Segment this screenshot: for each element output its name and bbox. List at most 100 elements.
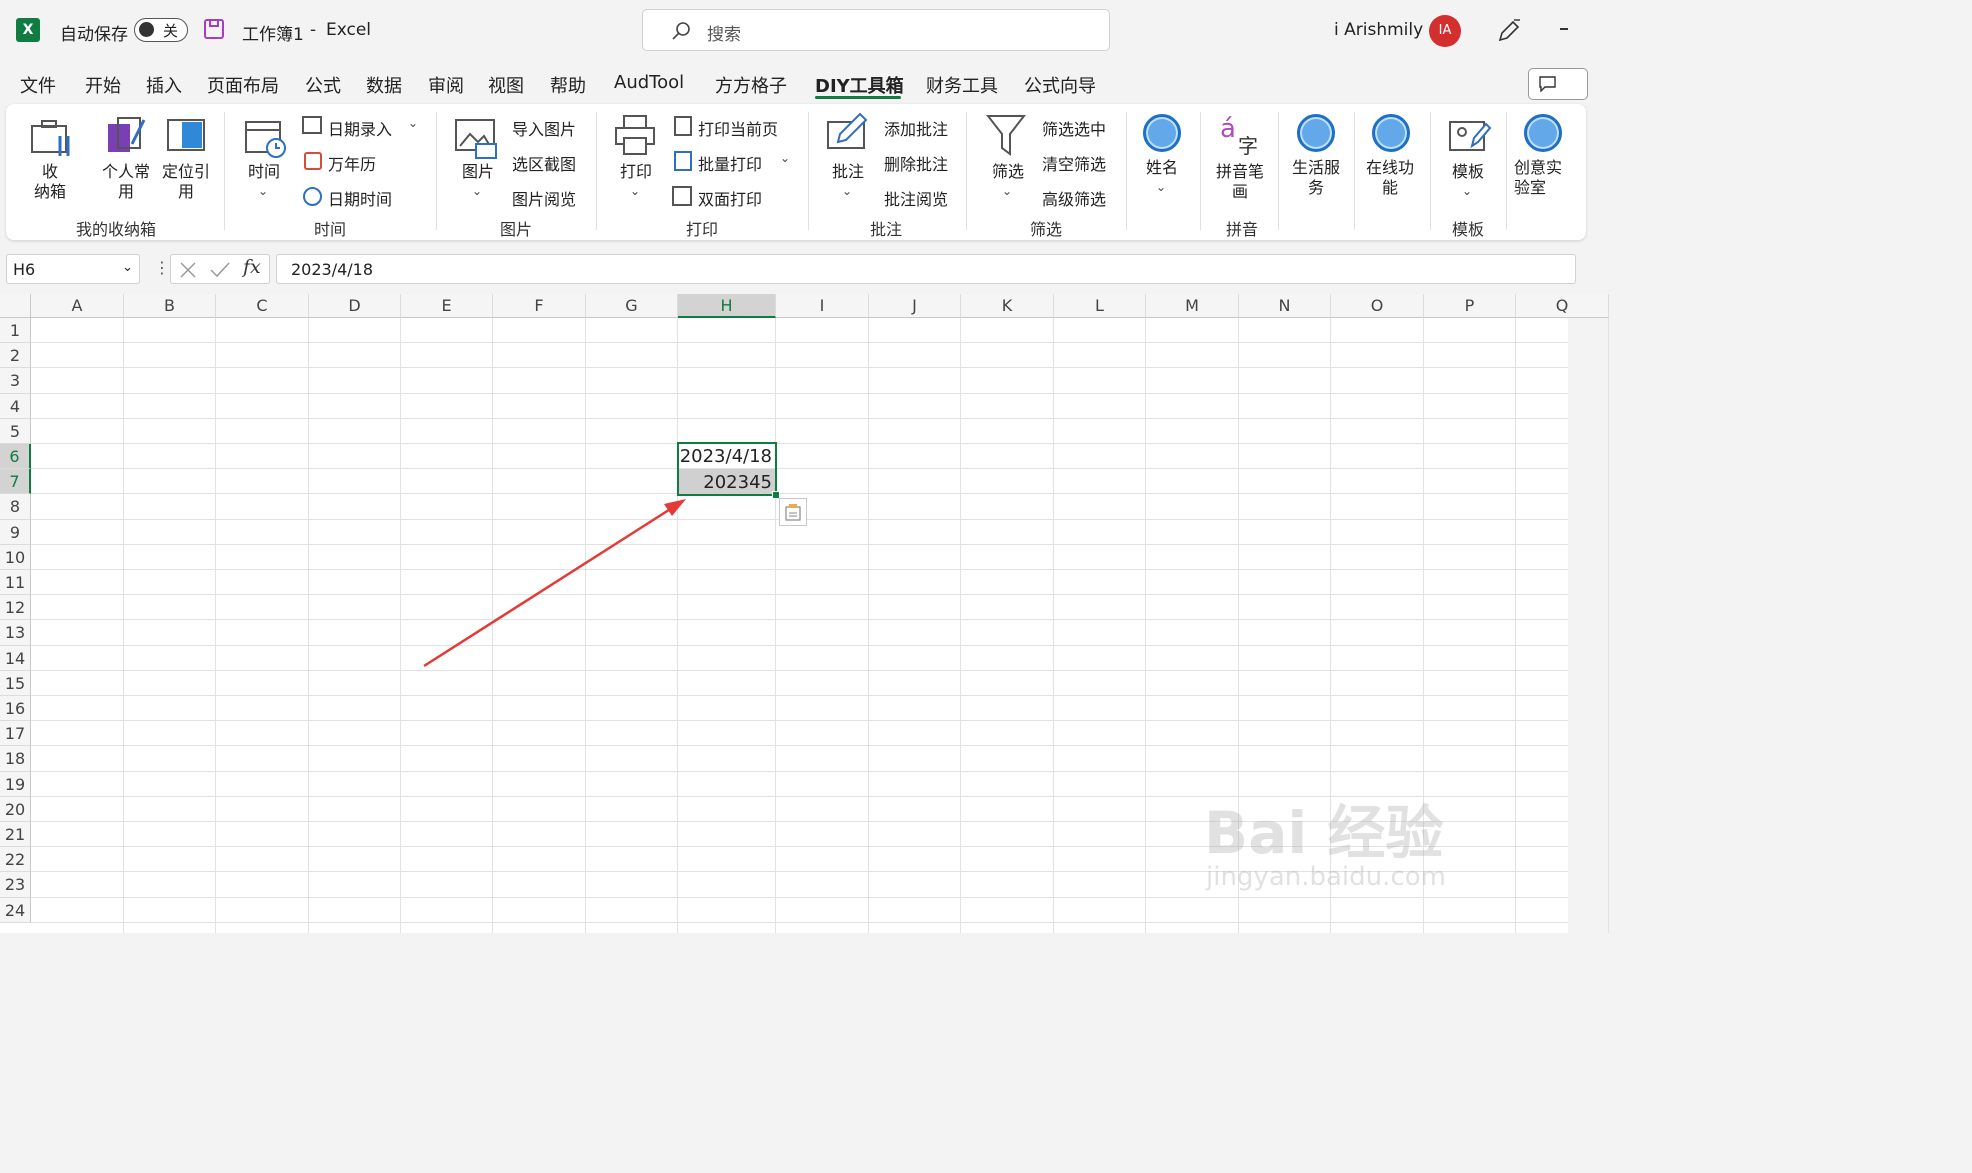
menu-tab[interactable]: 开始 — [85, 72, 121, 98]
menu-tab[interactable]: 审阅 — [428, 72, 464, 98]
group-label-filter: 筛选 — [1030, 220, 1063, 239]
date-entry-button[interactable]: 日期录入 — [328, 116, 392, 140]
personal-common-button[interactable]: 个人常 用 — [96, 162, 156, 202]
group-label-comment: 批注 — [870, 220, 903, 239]
add-comment-button[interactable]: 添加批注 — [884, 116, 948, 140]
comment-button[interactable] — [1528, 68, 1588, 100]
life-service-circle-icon — [1297, 114, 1335, 152]
advanced-filter-button[interactable]: 高级筛选 — [1042, 186, 1106, 210]
menu-tab[interactable]: 文件 — [20, 72, 56, 98]
locate-ref-icon — [167, 119, 205, 151]
name-box[interactable]: H6 ⌄ — [6, 254, 140, 284]
filter-button[interactable]: 筛选 — [982, 162, 1034, 182]
menu-tab[interactable]: 页面布局 — [207, 72, 279, 98]
baidu-watermark: Bai 经验 — [1204, 799, 1444, 867]
locate-reference-button[interactable]: 定位引 用 — [156, 162, 216, 202]
pinyin-stroke-button[interactable]: 拼音笔 画 — [1208, 162, 1272, 202]
delete-comment-button[interactable]: 删除批注 — [884, 151, 948, 175]
batch-print-button[interactable]: 批量打印 — [698, 151, 762, 175]
active-tab-underline — [815, 96, 901, 99]
baidu-watermark-url: jingyan.baidu.com — [1206, 862, 1446, 892]
name-button[interactable]: 姓名 — [1136, 158, 1188, 178]
template-button[interactable]: 模板 — [1442, 162, 1494, 182]
chevron-down-icon[interactable]: ⌄ — [780, 151, 790, 165]
toolbox-icon — [31, 120, 70, 156]
title-separator: - — [310, 20, 317, 40]
batch-print-icon — [674, 151, 692, 171]
life-service-button[interactable]: 生活服 务 — [1284, 158, 1348, 198]
group-label-print: 打印 — [686, 220, 719, 239]
printer-icon — [615, 115, 655, 155]
insert-function-icon[interactable]: fx — [243, 256, 261, 278]
region-screenshot-button[interactable]: 选区截图 — [512, 151, 576, 175]
menu-tab[interactable]: 插入 — [146, 72, 182, 98]
date-entry-icon — [302, 116, 322, 134]
more-options-icon[interactable]: ⋮ — [154, 258, 170, 277]
chevron-down-icon[interactable]: ⌄ — [472, 184, 482, 198]
excel-logo-icon: X — [16, 18, 40, 42]
menu-tab[interactable]: 视图 — [488, 72, 524, 98]
toggle-knob — [139, 22, 154, 37]
pinyin-accent-icon: á — [1220, 114, 1236, 144]
formula-input[interactable]: 2023/4/18 — [276, 254, 1576, 284]
online-function-button[interactable]: 在线功 能 — [1358, 158, 1422, 198]
formula-controls: fx — [170, 254, 270, 284]
duplex-print-icon — [672, 186, 692, 206]
print-current-page-button[interactable]: 打印当前页 — [698, 116, 778, 140]
chevron-down-icon[interactable]: ⌄ — [630, 184, 640, 198]
cancel-icon[interactable] — [179, 261, 197, 279]
picture-button[interactable]: 图片 — [452, 162, 504, 182]
minimize-icon[interactable] — [1560, 28, 1568, 30]
pen-icon[interactable] — [1496, 18, 1522, 44]
chevron-down-icon[interactable]: ⌄ — [1002, 184, 1012, 198]
chevron-down-icon[interactable]: ⌄ — [1156, 180, 1166, 194]
clear-filter-button[interactable]: 清空筛选 — [1042, 151, 1106, 175]
comment-button-big[interactable]: 批注 — [822, 162, 874, 182]
menu-tab[interactable]: 数据 — [366, 72, 402, 98]
name-box-value: H6 — [13, 260, 36, 279]
app-name: Excel — [326, 20, 372, 40]
ribbon-separator — [1354, 112, 1355, 230]
duplex-print-button[interactable]: 双面打印 — [698, 186, 762, 210]
filter-icon — [986, 115, 1026, 156]
import-picture-button[interactable]: 导入图片 — [512, 116, 576, 140]
chevron-down-icon[interactable]: ⌄ — [122, 260, 133, 275]
avatar[interactable]: IA — [1429, 15, 1461, 47]
autosave-state: 关 — [163, 22, 179, 40]
datetime-button[interactable]: 日期时间 — [328, 186, 392, 210]
autosave-toggle[interactable]: 关 — [134, 18, 188, 42]
chevron-down-icon[interactable]: ⌄ — [1462, 184, 1472, 198]
spreadsheet-grid[interactable]: ABCDEFGHIJKLMNOPQ 1 2 3 4 5 6 7 8 9 10 11 12 13 14 15 1… — [0, 294, 1609, 933]
column-gridline — [1608, 318, 1609, 933]
picture-icon — [455, 119, 497, 159]
picture-browse-button[interactable]: 图片阅览 — [512, 186, 576, 210]
chevron-down-icon[interactable]: ⌄ — [258, 184, 268, 198]
search-icon — [672, 22, 690, 40]
search-placeholder: 搜索 — [707, 25, 741, 45]
time-button[interactable]: 时间 — [238, 162, 290, 182]
menu-tab[interactable]: 帮助 — [550, 72, 586, 98]
menu-tab[interactable]: 方方格子 — [715, 72, 787, 98]
menu-tab[interactable]: AudTool — [614, 72, 684, 93]
storage-box-button[interactable]: 收 纳箱 — [22, 162, 78, 202]
browse-comment-button[interactable]: 批注阅览 — [884, 186, 948, 210]
confirm-icon[interactable] — [209, 261, 231, 279]
perpetual-calendar-icon — [304, 152, 322, 170]
creative-lab-circle-icon — [1524, 114, 1562, 152]
creative-lab-button[interactable]: 创意实 验室 — [1514, 158, 1574, 198]
menu-tab[interactable]: 公式 — [305, 72, 341, 98]
menu-tab[interactable]: 财务工具 — [926, 72, 998, 98]
menu-tab[interactable]: 公式向导 — [1024, 72, 1096, 98]
user-name[interactable]: i Arishmily — [1334, 20, 1423, 40]
save-icon[interactable] — [204, 19, 224, 39]
chevron-down-icon[interactable]: ⌄ — [842, 184, 852, 198]
print-button[interactable]: 打印 — [610, 162, 662, 182]
pinyin-char-icon: 字 — [1238, 134, 1258, 158]
search-box[interactable]: 搜索 — [642, 9, 1110, 51]
comment-icon — [1539, 76, 1556, 92]
perpetual-calendar-button[interactable]: 万年历 — [328, 151, 376, 175]
chevron-down-icon[interactable]: ⌄ — [408, 116, 418, 130]
menu-tab[interactable]: DIY工具箱 — [815, 72, 904, 98]
filter-selected-button[interactable]: 筛选选中 — [1042, 116, 1106, 140]
onenote-icon — [108, 117, 146, 152]
